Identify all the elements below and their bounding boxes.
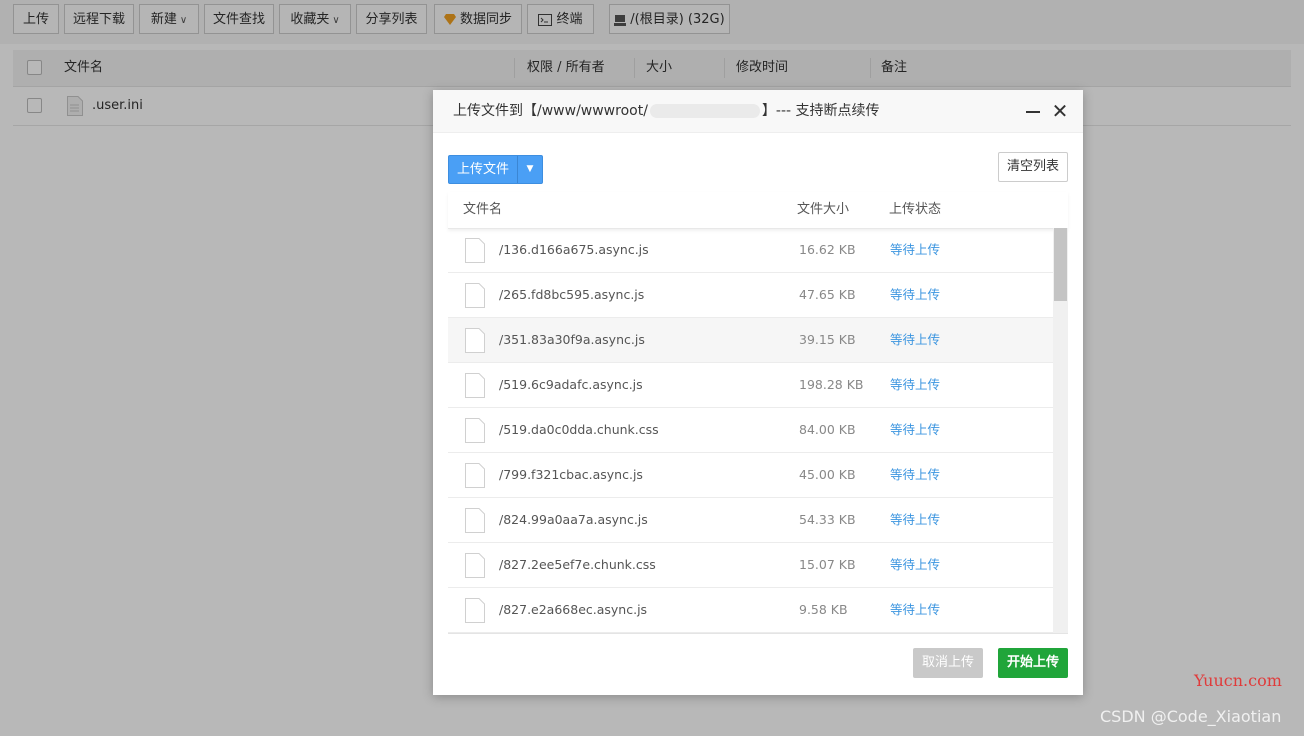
clear-list-button[interactable]: 清空列表 — [998, 152, 1068, 182]
close-icon[interactable]: ✕ — [1050, 100, 1070, 122]
dialog-title-suffix: 】--- 支持断点续传 — [761, 103, 880, 119]
upload-status: 等待上传 — [890, 242, 941, 257]
list-item[interactable]: /351.83a30f9a.async.js 39.15 KB 等待上传 — [448, 318, 1053, 363]
dialog-title: 上传文件到【/www/wwwroot/ 】--- 支持断点续传 — [453, 90, 880, 132]
upload-list-header: 文件名 文件大小 上传状态 — [448, 192, 1068, 229]
upload-file-name: /519.6c9adafc.async.js — [499, 377, 643, 392]
upload-file-name: /827.2ee5ef7e.chunk.css — [499, 557, 656, 572]
file-icon — [465, 238, 485, 263]
file-icon — [465, 463, 485, 488]
upload-file-size: 47.65 KB — [799, 287, 856, 302]
upload-file-name: /519.da0c0dda.chunk.css — [499, 422, 659, 437]
upload-status: 等待上传 — [890, 557, 941, 572]
list-item[interactable]: /824.99a0aa7a.async.js 54.33 KB 等待上传 — [448, 498, 1053, 543]
upload-file-size: 84.00 KB — [799, 422, 856, 437]
redacted-path-mask — [649, 104, 760, 118]
file-icon — [465, 553, 485, 578]
list-item[interactable]: /827.2ee5ef7e.chunk.css 15.07 KB 等待上传 — [448, 543, 1053, 588]
dialog-title-prefix: 上传文件到【/www/wwwroot/ — [453, 103, 648, 119]
list-item[interactable]: /136.d166a675.async.js 16.62 KB 等待上传 — [448, 228, 1053, 273]
upload-file-label: 上传文件 — [456, 162, 509, 177]
upload-file-list[interactable]: /136.d166a675.async.js 16.62 KB 等待上传/265.f… — [448, 228, 1068, 634]
cancel-upload-button[interactable]: 取消上传 — [913, 648, 983, 678]
upload-file-size: 45.00 KB — [799, 467, 856, 482]
upload-file-button[interactable]: 上传文件 ▼ — [448, 155, 543, 184]
upload-file-name: /824.99a0aa7a.async.js — [499, 512, 648, 527]
upload-status: 等待上传 — [890, 287, 941, 302]
file-icon — [465, 328, 485, 353]
upload-file-name: /799.f321cbac.async.js — [499, 467, 643, 482]
scrollbar-thumb[interactable] — [1054, 228, 1067, 301]
upload-file-name: /265.fd8bc595.async.js — [499, 287, 645, 302]
upload-file-size: 39.15 KB — [799, 332, 856, 347]
list-item[interactable]: /519.6c9adafc.async.js 198.28 KB 等待上传 — [448, 363, 1053, 408]
upload-file-name: /351.83a30f9a.async.js — [499, 332, 645, 347]
list-item[interactable]: /519.da0c0dda.chunk.css 84.00 KB 等待上传 — [448, 408, 1053, 453]
watermark-site: Yuucn.com — [1194, 671, 1282, 690]
column-upload-status: 上传状态 — [889, 202, 942, 217]
list-item[interactable]: /265.fd8bc595.async.js 47.65 KB 等待上传 — [448, 273, 1053, 318]
watermark-author: CSDN @Code_Xiaotian — [1100, 707, 1282, 726]
upload-status: 等待上传 — [890, 332, 941, 347]
file-icon — [465, 373, 485, 398]
caret-down-icon[interactable]: ▼ — [518, 156, 542, 183]
column-file-name: 文件名 — [463, 202, 503, 217]
upload-status: 等待上传 — [890, 467, 941, 482]
list-item[interactable]: /799.f321cbac.async.js 45.00 KB 等待上传 — [448, 453, 1053, 498]
list-item[interactable]: /827.e2a668ec.async.js 9.58 KB 等待上传 — [448, 588, 1053, 633]
upload-status: 等待上传 — [890, 422, 941, 437]
upload-file-name: /827.e2a668ec.async.js — [499, 602, 648, 617]
upload-file-size: 9.58 KB — [799, 602, 848, 617]
scrollbar[interactable] — [1053, 228, 1068, 633]
upload-file-name: /136.d166a675.async.js — [499, 242, 649, 257]
upload-file-size: 198.28 KB — [799, 377, 864, 392]
upload-status: 等待上传 — [890, 377, 941, 392]
file-icon — [465, 418, 485, 443]
file-icon — [465, 598, 485, 623]
minimize-icon[interactable] — [1026, 111, 1040, 113]
upload-dialog: 上传文件到【/www/wwwroot/】--- 支持断点续传 ✕ 上传文件 ▼ … — [433, 90, 1083, 695]
upload-file-size: 15.07 KB — [799, 557, 856, 572]
upload-status: 等待上传 — [890, 512, 941, 527]
column-file-size: 文件大小 — [797, 202, 850, 217]
upload-status: 等待上传 — [890, 602, 941, 617]
file-icon — [465, 508, 485, 533]
file-icon — [465, 283, 485, 308]
dialog-title-bar: 上传文件到【/www/wwwroot/ 】--- 支持断点续传 ✕ — [433, 90, 1083, 133]
start-upload-button[interactable]: 开始上传 — [998, 648, 1068, 678]
upload-file-size: 54.33 KB — [799, 512, 856, 527]
upload-file-size: 16.62 KB — [799, 242, 856, 257]
